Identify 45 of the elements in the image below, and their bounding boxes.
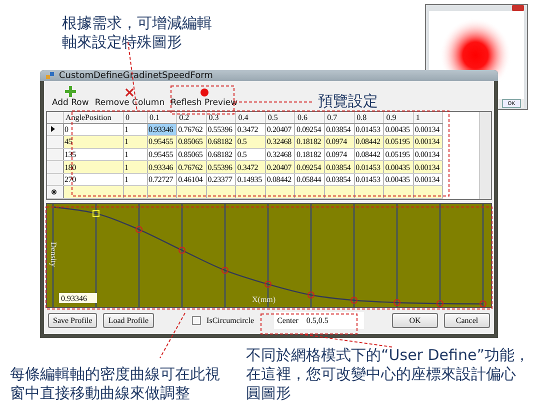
toolbar-button[interactable]: Remove Column	[94, 88, 165, 108]
axis-label: Density	[49, 242, 58, 267]
checkbox[interactable]	[192, 316, 201, 324]
column-header[interactable]: AnglePosition	[63, 112, 123, 123]
column-header[interactable]: 0.2	[176, 112, 206, 123]
column-header[interactable]: 1	[413, 112, 443, 123]
column-header[interactable]: 0.8	[354, 112, 384, 123]
profile-button[interactable]: Save Profile	[48, 312, 98, 328]
app-icon	[46, 71, 55, 80]
column-header[interactable]: 0	[123, 112, 147, 123]
leader-line	[160, 312, 186, 358]
window-title: CustomDefineGradinetSpeedForm	[59, 70, 213, 80]
column-header[interactable]: 0.5	[265, 112, 295, 123]
annotation-text: 預覽設定	[318, 92, 378, 111]
table-cell[interactable]: 0	[63, 123, 123, 136]
column-header[interactable]: 0.1	[147, 112, 177, 123]
scrollbar[interactable]	[479, 112, 491, 199]
value-field[interactable]: 0.93346	[59, 293, 97, 303]
column-header[interactable]: 0.7	[324, 112, 354, 123]
column-header[interactable]: 0.3	[206, 112, 236, 123]
current-row-icon	[51, 126, 55, 132]
table-cell[interactable]: 135	[63, 148, 123, 161]
toolbar-button[interactable]: Add Row	[52, 86, 89, 108]
checkbox-label: IsCircumcircle	[206, 316, 254, 324]
toolbar-button[interactable]: Reflesh Preview	[170, 88, 238, 108]
new-row-icon	[51, 188, 57, 195]
close-icon	[125, 88, 134, 97]
dialog-button[interactable]: Cancel	[444, 312, 490, 328]
annotation-text: 根據需求，可增減編輯軸來設定特殊圖形	[62, 14, 213, 52]
dialog-button[interactable]: OK	[392, 312, 438, 328]
column-header[interactable]: 0.6	[294, 112, 325, 123]
dot-icon	[200, 88, 209, 97]
table-cell[interactable]: 270	[63, 173, 123, 186]
axis-label: X(mm)	[252, 295, 276, 304]
plus-icon	[64, 86, 76, 97]
column-header[interactable]: 0.9	[384, 112, 414, 123]
row-header[interactable]	[47, 123, 63, 136]
table-cell[interactable]: 180	[63, 160, 123, 174]
center-label: Center	[274, 312, 304, 328]
annotation-text: 不同於網格模式下的“User Define”功能，在這裡，您可改變中心的座標來設計偏心圓圖形	[246, 346, 530, 403]
close-button[interactable]	[512, 5, 524, 11]
column-header[interactable]: 0.4	[236, 112, 266, 123]
center-field[interactable]: 0.5,0.5	[304, 312, 364, 328]
annotation-text: 每條編輯軸的密度曲線可在此視窗中直接移動曲線來做調整	[10, 365, 221, 403]
profile-button[interactable]: Load Profile	[103, 312, 154, 328]
